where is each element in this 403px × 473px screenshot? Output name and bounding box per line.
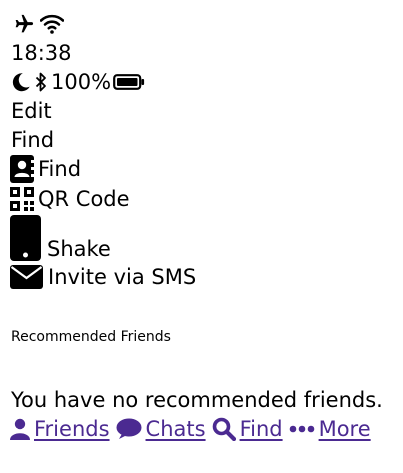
more-dots-icon [289, 425, 315, 433]
qr-code-item[interactable]: QR Code [10, 186, 130, 212]
invite-sms-label: Invite via SMS [48, 265, 197, 289]
system-status-row: 100% [10, 68, 145, 96]
tab-more[interactable]: More [289, 416, 371, 442]
battery-icon [113, 74, 145, 90]
envelope-icon [10, 265, 43, 289]
shake-label: Shake [47, 237, 111, 261]
search-icon [212, 417, 236, 441]
no-recommended-message: You have no recommended friends. [11, 388, 383, 412]
find-friends-label: Find [38, 157, 82, 181]
user-icon [10, 418, 30, 440]
tab-bar: Friends Chats Find More [10, 416, 371, 442]
qr-code-label: QR Code [38, 187, 130, 211]
tab-friends[interactable]: Friends [10, 416, 110, 442]
tab-find[interactable]: Find [212, 416, 283, 442]
tab-chats[interactable]: Chats [116, 416, 206, 442]
tab-chats-label: Chats [145, 417, 206, 441]
wifi-icon [40, 14, 64, 34]
chat-bubble-icon [116, 418, 142, 440]
invite-sms-item[interactable]: Invite via SMS [10, 264, 196, 290]
airplane-icon [10, 13, 36, 35]
status-bar-icons [10, 12, 64, 36]
tab-more-label: More [318, 417, 371, 441]
tab-find-label: Find [239, 417, 283, 441]
moon-icon [10, 71, 32, 93]
phone-icon [10, 215, 41, 261]
edit-button[interactable]: Edit [11, 98, 52, 124]
bluetooth-icon [34, 71, 48, 93]
shake-item[interactable]: Shake [10, 215, 111, 261]
find-friends-item[interactable]: Find [10, 155, 81, 183]
contact-card-icon [10, 155, 34, 183]
battery-percent: 100% [51, 70, 112, 94]
find-section-title: Find [11, 128, 55, 152]
tab-friends-label: Friends [34, 417, 110, 441]
status-time: 18:38 [11, 41, 72, 65]
qr-code-icon [10, 187, 34, 211]
recommended-friends-title: Recommended Friends [11, 329, 171, 345]
